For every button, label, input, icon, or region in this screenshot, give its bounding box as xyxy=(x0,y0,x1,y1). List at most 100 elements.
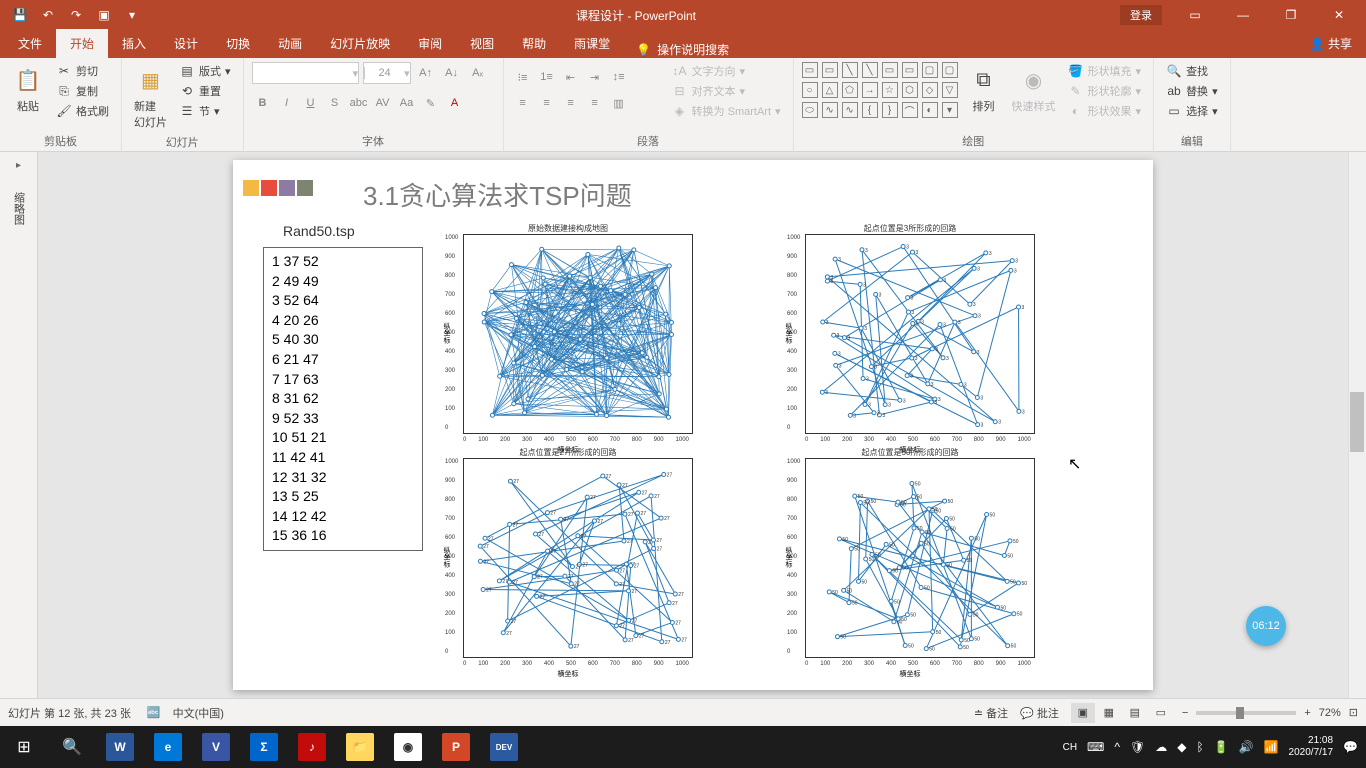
tab-insert[interactable]: 插入 xyxy=(108,29,160,58)
qat-more-icon[interactable]: ▾ xyxy=(120,3,144,27)
find-button[interactable]: 🔍查找 xyxy=(1162,62,1222,80)
redo-icon[interactable]: ↷ xyxy=(64,3,88,27)
replace-button[interactable]: ab替换 ▾ xyxy=(1162,82,1222,100)
shape-fill-button[interactable]: 🪣形状填充 ▾ xyxy=(1064,62,1146,80)
section-button[interactable]: ☰节 ▾ xyxy=(175,102,235,120)
convert-smartart-button[interactable]: ◈转换为 SmartArt ▾ xyxy=(668,102,785,120)
notifications-icon[interactable]: 💬 xyxy=(1343,740,1358,754)
search-button[interactable]: 🔍 xyxy=(48,726,96,768)
strike-button[interactable]: S xyxy=(324,92,346,114)
zoom-slider[interactable] xyxy=(1196,711,1296,715)
bold-button[interactable]: B xyxy=(252,92,274,114)
taskbar-word[interactable]: W xyxy=(96,726,144,768)
tab-help[interactable]: 帮助 xyxy=(508,29,560,58)
zoom-in-icon[interactable]: + xyxy=(1304,707,1310,719)
tab-view[interactable]: 视图 xyxy=(456,29,508,58)
tab-review[interactable]: 审阅 xyxy=(404,29,456,58)
italic-button[interactable]: I xyxy=(276,92,298,114)
comments-button[interactable]: 💬 批注 xyxy=(1020,705,1059,721)
align-right-icon[interactable]: ≡ xyxy=(560,92,582,114)
close-icon[interactable]: ✕ xyxy=(1316,0,1362,30)
sorter-view-icon[interactable]: ▦ xyxy=(1097,703,1121,723)
ime-mode-icon[interactable]: ⌨ xyxy=(1087,740,1104,754)
start-button[interactable]: ⊞ xyxy=(0,726,48,768)
taskbar-sigma[interactable]: Σ xyxy=(240,726,288,768)
ribbon-options-icon[interactable]: ▭ xyxy=(1172,0,1218,30)
select-button[interactable]: ▭选择 ▾ xyxy=(1162,102,1222,120)
tab-file[interactable]: 文件 xyxy=(4,29,56,58)
shape-outline-button[interactable]: ✎形状轮廓 ▾ xyxy=(1064,82,1146,100)
increase-font-icon[interactable]: A↑ xyxy=(415,62,437,84)
tab-rain[interactable]: 雨课堂 xyxy=(560,29,624,58)
numbering-icon[interactable]: 1≡ xyxy=(536,66,558,88)
fit-window-icon[interactable]: ⊡ xyxy=(1349,706,1358,719)
tray-up-icon[interactable]: ^ xyxy=(1114,740,1120,754)
reset-button[interactable]: ⟲重置 xyxy=(175,82,235,100)
normal-view-icon[interactable]: ▣ xyxy=(1071,703,1095,723)
quick-styles-button[interactable]: ◉ 快速样式 xyxy=(1008,62,1060,116)
font-name-combo[interactable]: ▾ xyxy=(252,62,360,84)
tray-shield-icon[interactable]: 🛡 xyxy=(1130,740,1145,754)
underline-button[interactable]: U xyxy=(300,92,322,114)
tray-battery-icon[interactable]: 🔋 xyxy=(1214,740,1229,754)
tab-slideshow[interactable]: 幻灯片放映 xyxy=(316,29,404,58)
layout-button[interactable]: ▤版式 ▾ xyxy=(175,62,235,80)
highlight-button[interactable]: ✎ xyxy=(420,92,442,114)
recording-timer[interactable]: 06:12 xyxy=(1246,606,1286,646)
taskbar-visio[interactable]: V xyxy=(192,726,240,768)
ime-indicator[interactable]: CH xyxy=(1063,742,1077,753)
start-from-beginning-icon[interactable]: ▣ xyxy=(92,3,116,27)
cut-button[interactable]: ✂剪切 xyxy=(52,62,113,80)
scrollbar-thumb[interactable] xyxy=(1350,392,1364,452)
arrange-button[interactable]: ⧉ 排列 xyxy=(964,62,1004,116)
login-button[interactable]: 登录 xyxy=(1120,5,1162,25)
align-center-icon[interactable]: ≡ xyxy=(536,92,558,114)
clear-format-icon[interactable]: Aₓ xyxy=(467,62,489,84)
tell-me-search[interactable]: 💡 操作说明搜索 xyxy=(624,41,741,58)
reading-view-icon[interactable]: ▤ xyxy=(1123,703,1147,723)
decrease-font-icon[interactable]: A↓ xyxy=(441,62,463,84)
new-slide-button[interactable]: ▦ 新建 幻灯片 xyxy=(130,62,171,132)
copy-button[interactable]: ⎘复制 xyxy=(52,82,113,100)
zoom-level[interactable]: 72% xyxy=(1319,707,1341,719)
bullets-icon[interactable]: ⁝≡ xyxy=(512,66,534,88)
share-button[interactable]: 👤 共享 xyxy=(1296,29,1366,58)
vertical-scrollbar[interactable] xyxy=(1348,152,1366,698)
tab-design[interactable]: 设计 xyxy=(160,29,212,58)
taskbar-edge[interactable]: e xyxy=(144,726,192,768)
shape-effects-button[interactable]: ◐形状效果 ▾ xyxy=(1064,102,1146,120)
slideshow-view-icon[interactable]: ▭ xyxy=(1149,703,1173,723)
spacing-button[interactable]: AV xyxy=(372,92,394,114)
taskbar-powerpoint[interactable]: P xyxy=(432,726,480,768)
shadow-button[interactable]: abc xyxy=(348,92,370,114)
zoom-out-icon[interactable]: − xyxy=(1182,707,1188,719)
taskbar-dev[interactable]: DEV xyxy=(480,726,528,768)
spellcheck-icon[interactable]: 🔤 xyxy=(147,706,161,719)
minimize-icon[interactable]: ― xyxy=(1220,0,1266,30)
tab-home[interactable]: 开始 xyxy=(56,29,108,58)
tray-cloud-icon[interactable]: ☁ xyxy=(1155,740,1167,754)
justify-icon[interactable]: ≡ xyxy=(584,92,606,114)
font-size-combo[interactable]: 24▾ xyxy=(363,62,411,84)
undo-icon[interactable]: ↶ xyxy=(36,3,60,27)
tray-wifi-icon[interactable]: 📶 xyxy=(1264,740,1279,754)
format-painter-button[interactable]: 🖌格式刷 xyxy=(52,102,113,120)
case-button[interactable]: Aa xyxy=(396,92,418,114)
align-text-button[interactable]: ⊟对齐文本 ▾ xyxy=(668,82,785,100)
taskbar-netease[interactable]: ♪ xyxy=(288,726,336,768)
tray-bt-icon[interactable]: ᛒ xyxy=(1196,740,1203,754)
font-color-button[interactable]: A xyxy=(444,92,466,114)
align-left-icon[interactable]: ≡ xyxy=(512,92,534,114)
maximize-icon[interactable]: ❐ xyxy=(1268,0,1314,30)
tray-volume-icon[interactable]: 🔊 xyxy=(1239,740,1254,754)
tray-app-icon[interactable]: ◆ xyxy=(1177,740,1186,754)
taskbar-explorer[interactable]: 📁 xyxy=(336,726,384,768)
taskbar-clock[interactable]: 21:082020/7/17 xyxy=(1289,735,1334,759)
tab-transitions[interactable]: 切换 xyxy=(212,29,264,58)
thumbnails-panel-collapsed[interactable]: ▸ 缩略图 xyxy=(0,152,38,698)
tab-animations[interactable]: 动画 xyxy=(264,29,316,58)
paste-button[interactable]: 📋 粘贴 xyxy=(8,62,48,116)
slide[interactable]: 3.1贪心算法求TSP问题 Rand50.tsp 1 37 522 49 493… xyxy=(233,160,1153,690)
language-indicator[interactable]: 中文(中国) xyxy=(173,705,224,721)
taskbar-chrome[interactable]: ◉ xyxy=(384,726,432,768)
